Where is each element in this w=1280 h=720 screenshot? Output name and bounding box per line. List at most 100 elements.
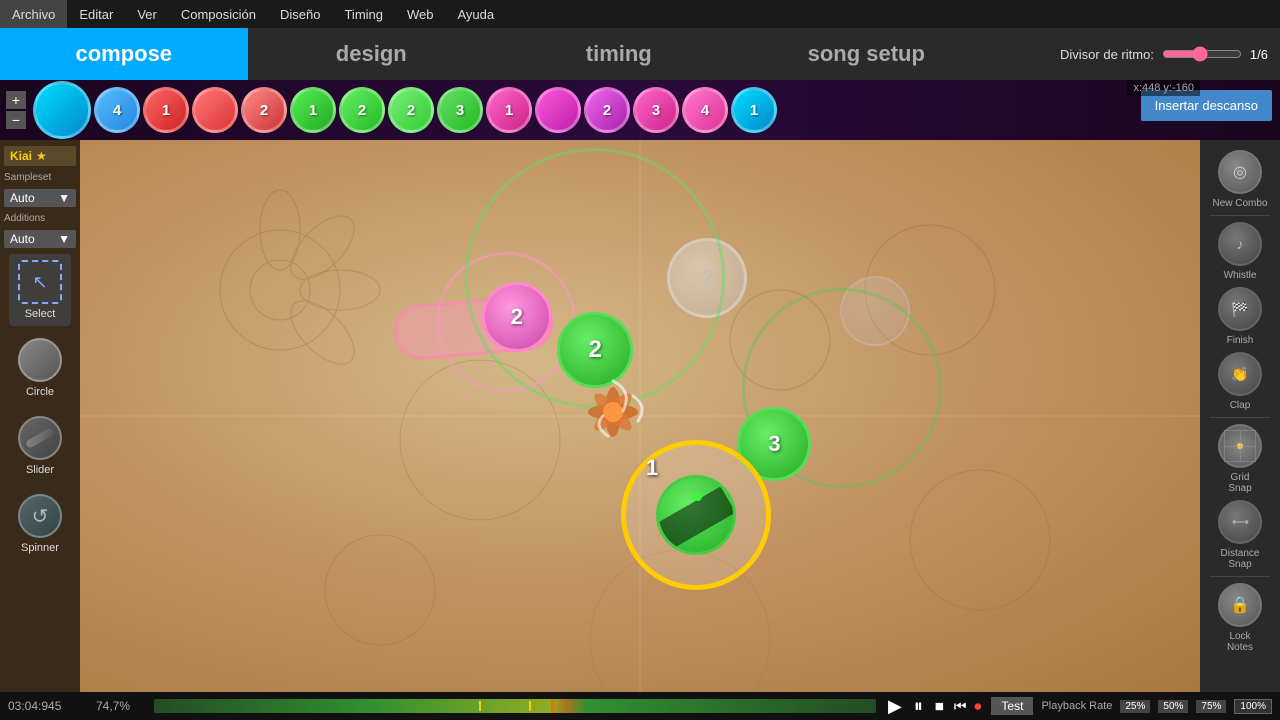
tab-bar: compose design timing song setup (0, 28, 990, 80)
waveform-fill (154, 699, 876, 713)
rate-25-btn[interactable]: 25% (1120, 700, 1150, 713)
prev-frame-button[interactable]: ⏮ (952, 698, 969, 715)
whistle-tool[interactable]: ♪ Whistle (1206, 222, 1274, 281)
stop-button[interactable]: ⏹ (931, 696, 948, 717)
rhythm-slider[interactable] (1162, 46, 1242, 62)
spinner-icon: ↺ (18, 494, 62, 538)
menubar: Archivo Editar Ver Composición Diseño Ti… (0, 0, 1280, 28)
select-icon: ↖ (18, 260, 62, 304)
timeline-controls: + − (6, 91, 26, 129)
pause-button[interactable]: ⏸ (910, 696, 927, 717)
timeline-circle-11[interactable]: 2 (584, 87, 630, 133)
timeline-circle-3[interactable] (192, 87, 238, 133)
finish-label: Finish (1227, 335, 1254, 346)
timeline-circle-6[interactable]: 2 (339, 87, 385, 133)
grid-snap-label: GridSnap (1228, 472, 1251, 494)
spinner-label: Spinner (21, 542, 59, 554)
active-spinner[interactable]: 1 (621, 440, 771, 590)
select-tool[interactable]: ↖ Select (9, 254, 71, 326)
rate-75-btn[interactable]: 75% (1196, 700, 1226, 713)
whistle-label: Whistle (1224, 270, 1257, 281)
canvas-area[interactable]: 2 2 2 3 (80, 140, 1200, 692)
rate-50-btn[interactable]: 50% (1158, 700, 1188, 713)
menu-timing[interactable]: Timing (332, 0, 395, 28)
tab-design[interactable]: design (248, 28, 496, 80)
distance-snap-tool[interactable]: ⟷ DistanceSnap (1206, 500, 1274, 570)
timeline-circle-12[interactable]: 3 (633, 87, 679, 133)
playback-rate-label: Playback Rate (1041, 700, 1112, 712)
sampleset-dropdown[interactable]: Auto▼ (4, 189, 76, 207)
distance-snap-label: DistanceSnap (1221, 548, 1260, 570)
whistle-icon: ♪ (1218, 222, 1262, 266)
menu-editar[interactable]: Editar (67, 0, 125, 28)
timeline-circle-0[interactable] (33, 81, 91, 139)
timeline-circle-4[interactable]: 2 (241, 87, 287, 133)
clap-tool[interactable]: 👏 Clap (1206, 352, 1274, 411)
spinner-tool[interactable]: ↺ Spinner (9, 488, 71, 560)
tab-timing[interactable]: timing (495, 28, 743, 80)
progress-bar-container[interactable] (154, 699, 876, 713)
additions-dropdown[interactable]: Auto▼ (4, 230, 76, 248)
slider-icon (18, 416, 62, 460)
menu-diseno[interactable]: Diseño (268, 0, 332, 28)
new-combo-label: New Combo (1212, 198, 1267, 209)
timeline-add-btn[interactable]: + (6, 91, 26, 109)
rhythm-value: 1/6 (1250, 47, 1268, 62)
circle-tool[interactable]: Circle (9, 332, 71, 404)
tab-compose[interactable]: compose (0, 28, 248, 80)
timeline-circle-7[interactable]: 2 (388, 87, 434, 133)
rate-100-btn[interactable]: 100% (1234, 699, 1272, 714)
new-combo-icon: ◎ (1218, 150, 1262, 194)
timeline-circle-8[interactable]: 3 (437, 87, 483, 133)
timing-mark-2 (529, 701, 531, 711)
menu-archivo[interactable]: Archivo (0, 0, 67, 28)
timeline-circle-10[interactable] (535, 87, 581, 133)
circle-icon (18, 338, 62, 382)
tab-song-setup[interactable]: song setup (743, 28, 991, 80)
play-button[interactable]: ▶ (884, 696, 906, 717)
left-sidebar: Kiai ★ Sampleset Auto▼ Additions Auto▼ ↖… (0, 140, 80, 692)
timeline-circle-13[interactable]: 4 (682, 87, 728, 133)
divider-2 (1210, 417, 1270, 418)
kiai-bar: Kiai ★ (4, 146, 76, 166)
main-area: Kiai ★ Sampleset Auto▼ Additions Auto▼ ↖… (0, 140, 1280, 692)
menu-ayuda[interactable]: Ayuda (446, 0, 507, 28)
coords-display: x:448 y:-160 (1127, 80, 1200, 96)
select-label: Select (25, 308, 56, 320)
clap-label: Clap (1230, 400, 1251, 411)
slider-tool[interactable]: Slider (9, 410, 71, 482)
new-combo-tool[interactable]: ◎ New Combo (1206, 150, 1274, 209)
menu-ver[interactable]: Ver (125, 0, 169, 28)
rhythm-label: Divisor de ritmo: (1060, 47, 1154, 62)
lock-notes-tool[interactable]: 🔒 LockNotes (1206, 583, 1274, 653)
test-button[interactable]: Test (991, 697, 1033, 715)
timeline-sub-btn[interactable]: − (6, 111, 26, 129)
additions-label: Additions (4, 213, 45, 224)
slider-label: Slider (26, 464, 54, 476)
kiai-label: Kiai (10, 149, 32, 163)
record-button[interactable]: ⏺ (972, 698, 983, 715)
circle-label: Circle (26, 386, 54, 398)
kiai-star-icon: ★ (36, 149, 47, 163)
lock-notes-icon: 🔒 (1218, 583, 1262, 627)
zoom-display: 74,7% (96, 699, 146, 713)
menu-composicion[interactable]: Composición (169, 0, 268, 28)
timeline-circle-2[interactable]: 1 (143, 87, 189, 133)
slider-tail-decorations (573, 361, 653, 441)
timeline-circle-5[interactable]: 1 (290, 87, 336, 133)
bottom-bar: 03:04:945 74,7% ▶ ⏸ ⏹ ⏮ ⏺ Test Playback … (0, 692, 1280, 720)
sampleset-label: Sampleset (4, 172, 51, 183)
clap-icon: 👏 (1218, 352, 1262, 396)
playback-controls: ▶ ⏸ ⏹ ⏮ ⏺ (884, 696, 983, 717)
time-display: 03:04:945 (8, 699, 88, 713)
menu-web[interactable]: Web (395, 0, 446, 28)
timeline-circle-1[interactable]: 4 (94, 87, 140, 133)
distance-snap-icon: ⟷ (1218, 500, 1262, 544)
finish-tool[interactable]: 🏁 Finish (1206, 287, 1274, 346)
timeline[interactable]: + − 412122312341 Insertar descanso (0, 80, 1280, 140)
lock-notes-label: LockNotes (1227, 631, 1253, 653)
timeline-circle-14[interactable]: 1 (731, 87, 777, 133)
grid-snap-tool[interactable]: GridSnap (1206, 424, 1274, 494)
timeline-circle-9[interactable]: 1 (486, 87, 532, 133)
divider-3 (1210, 576, 1270, 577)
